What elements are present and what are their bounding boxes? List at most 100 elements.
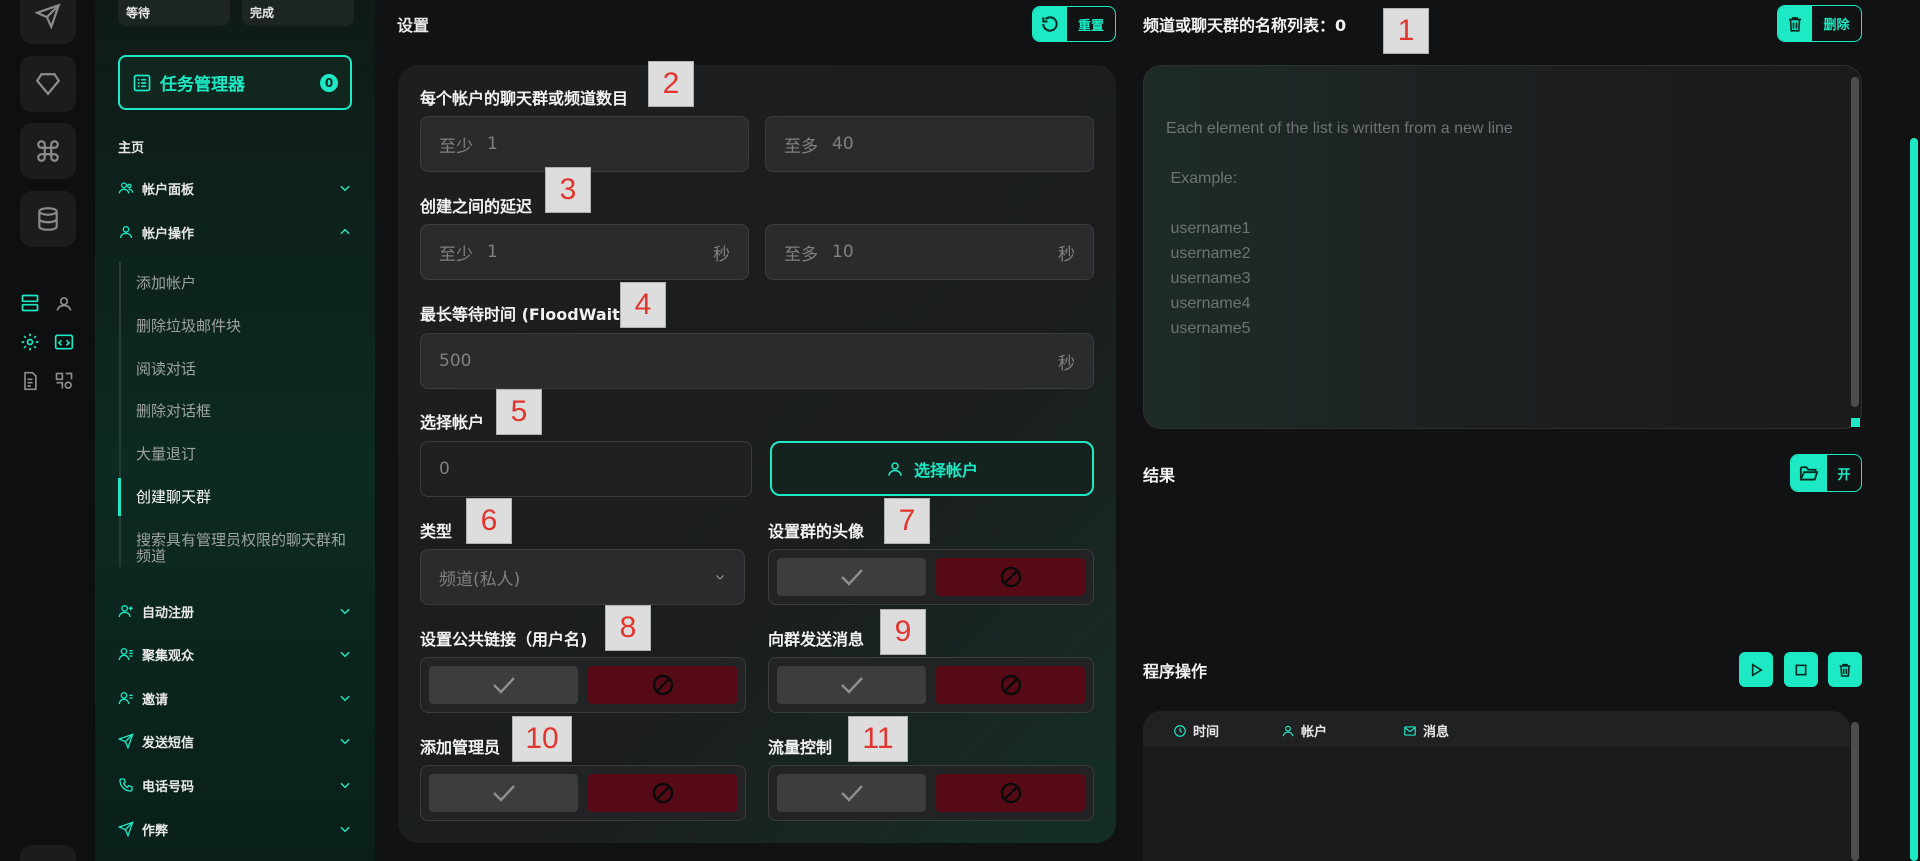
log-column-account[interactable]: 帐户 — [1281, 721, 1327, 740]
type-select[interactable]: 频道(私人) — [420, 549, 745, 605]
chevron-down-icon — [716, 575, 724, 580]
delete-list-button[interactable]: 删除 — [1777, 5, 1862, 42]
shapes-mini-button[interactable] — [52, 369, 76, 393]
floodwait-input[interactable]: 500 秒 — [420, 333, 1094, 389]
send-nav-button[interactable] — [20, 0, 76, 44]
page-scrollbar[interactable] — [1910, 138, 1918, 861]
stop-icon — [1795, 664, 1807, 675]
user-pin-icon — [56, 297, 72, 311]
clear-log-button[interactable] — [1828, 652, 1862, 687]
sub-item-add-account[interactable]: 添加帐户 — [136, 275, 356, 291]
log-column-message[interactable]: 消息 — [1403, 721, 1449, 740]
nav-auto-register[interactable]: 自动注册 — [118, 597, 352, 625]
column-label: 消息 — [1423, 725, 1450, 740]
sub-item-mass-unsubscribe[interactable]: 大量退订 — [136, 446, 356, 462]
user-pin-mini-button[interactable] — [52, 291, 76, 315]
min-prefix: 至少 — [439, 244, 473, 265]
account-count-input[interactable]: 0 — [420, 441, 752, 497]
check-icon — [840, 677, 863, 694]
list-scrollbar[interactable] — [1851, 77, 1859, 407]
ban-icon — [652, 782, 673, 804]
avatar-yes-button[interactable] — [777, 558, 926, 596]
status-tab-waiting[interactable]: 等待 — [118, 0, 230, 26]
send-message-no-button[interactable] — [936, 666, 1085, 704]
add-admin-yes-button[interactable] — [429, 774, 578, 812]
diamond-icon — [35, 73, 61, 96]
chats-min-input[interactable]: 至少 1 — [420, 116, 749, 172]
nav-phone-numbers[interactable]: 电话号码 — [118, 771, 352, 799]
flow-control-yes-button[interactable] — [777, 774, 926, 812]
chevron-down-icon — [340, 695, 350, 702]
sidebar: 等待 完成 任务管理器 0 主页 帐户面板 帐户操作 添加帐户 删除垃圾邮件块 … — [95, 0, 375, 861]
gear-mini-button[interactable] — [18, 330, 42, 354]
sub-item-search-admin-chats[interactable]: 搜索具有管理员权限的聊天群和频道 — [136, 532, 356, 564]
send-message-yes-button[interactable] — [777, 666, 926, 704]
command-nav-button[interactable] — [20, 123, 76, 179]
submenu-active-indicator — [118, 478, 121, 516]
icon-rail — [0, 0, 95, 861]
database-nav-button[interactable] — [20, 191, 76, 247]
unit-suffix: 秒 — [713, 244, 730, 265]
sub-item-delete-dialogs[interactable]: 删除对话框 — [136, 403, 356, 419]
user-lines-icon — [118, 648, 133, 661]
reset-button[interactable]: 重置 — [1032, 6, 1116, 42]
open-results-button[interactable]: 开 — [1790, 454, 1862, 492]
database-icon — [38, 207, 58, 231]
phone-icon — [119, 778, 133, 792]
shapes-icon — [55, 372, 73, 389]
public-link-label: 设置公共链接（用户名) — [420, 630, 588, 649]
select-accounts-button[interactable]: 选择帐户 — [770, 441, 1094, 496]
reset-icon — [1042, 16, 1058, 32]
unit-suffix: 秒 — [1058, 244, 1075, 265]
document-icon — [24, 371, 37, 391]
public-link-yes-button[interactable] — [429, 666, 578, 704]
public-link-no-button[interactable] — [588, 666, 737, 704]
delay-max-input[interactable]: 至多 10 秒 — [765, 224, 1094, 280]
nav-cheat[interactable]: 作弊 — [118, 815, 352, 843]
command-icon — [37, 140, 59, 162]
log-header: 时间 帐户 消息 — [1143, 711, 1850, 747]
task-manager-button[interactable]: 任务管理器 0 — [118, 55, 352, 110]
code-window-icon — [54, 334, 74, 350]
sub-item-remove-spam-block[interactable]: 删除垃圾邮件块 — [136, 318, 356, 334]
document-mini-button[interactable] — [18, 369, 42, 393]
log-scrollbar[interactable] — [1851, 722, 1859, 861]
sub-item-create-chats[interactable]: 创建聊天群 — [136, 489, 356, 505]
status-tab-done[interactable]: 完成 — [242, 0, 354, 26]
nav-account-operations[interactable]: 帐户操作 — [118, 218, 352, 246]
stop-button[interactable] — [1784, 652, 1818, 687]
diamond-nav-button[interactable] — [20, 56, 76, 112]
delay-min-input[interactable]: 至少 1 秒 — [420, 224, 749, 280]
avatar-label: 设置群的头像 — [768, 522, 865, 541]
log-column-time[interactable]: 时间 — [1173, 721, 1219, 740]
annotation-badge: 10 — [512, 716, 572, 762]
trash-icon — [1839, 663, 1851, 677]
nav-send-sms[interactable]: 发送短信 — [118, 727, 352, 755]
server-mini-button[interactable] — [18, 291, 42, 315]
bottom-nav-button[interactable] — [20, 845, 76, 861]
nav-account-panel[interactable]: 帐户面板 — [118, 174, 352, 202]
chats-max-input[interactable]: 至多 40 — [765, 116, 1094, 172]
resize-grip-icon[interactable] — [1851, 418, 1860, 427]
sub-item-read-dialogs[interactable]: 阅读对话 — [136, 361, 356, 377]
chevron-down-icon — [340, 738, 350, 745]
avatar-no-button[interactable] — [936, 558, 1085, 596]
add-admin-no-button[interactable] — [588, 774, 737, 812]
task-manager-label: 任务管理器 — [160, 75, 245, 95]
code-mini-button[interactable] — [52, 330, 76, 354]
flow-control-no-button[interactable] — [936, 774, 1085, 812]
name-list-textarea[interactable]: Each element of the list is written from… — [1143, 65, 1862, 429]
annotation-badge: 6 — [466, 498, 512, 544]
placeholder-line: Each element of the list is written from… — [1166, 120, 1513, 137]
play-button[interactable] — [1739, 652, 1773, 687]
nav-label: 自动注册 — [142, 605, 195, 621]
nav-gather-audience[interactable]: 聚集观众 — [118, 640, 352, 668]
trash-icon — [1789, 16, 1801, 32]
annotation-badge: 8 — [605, 605, 651, 651]
max-value: 10 — [832, 242, 854, 262]
ban-icon — [652, 674, 673, 696]
annotation-badge: 11 — [848, 716, 908, 762]
nav-invite[interactable]: 邀请 — [118, 684, 352, 712]
flow-control-label: 流量控制 — [768, 738, 833, 757]
submenu-line — [119, 262, 121, 567]
